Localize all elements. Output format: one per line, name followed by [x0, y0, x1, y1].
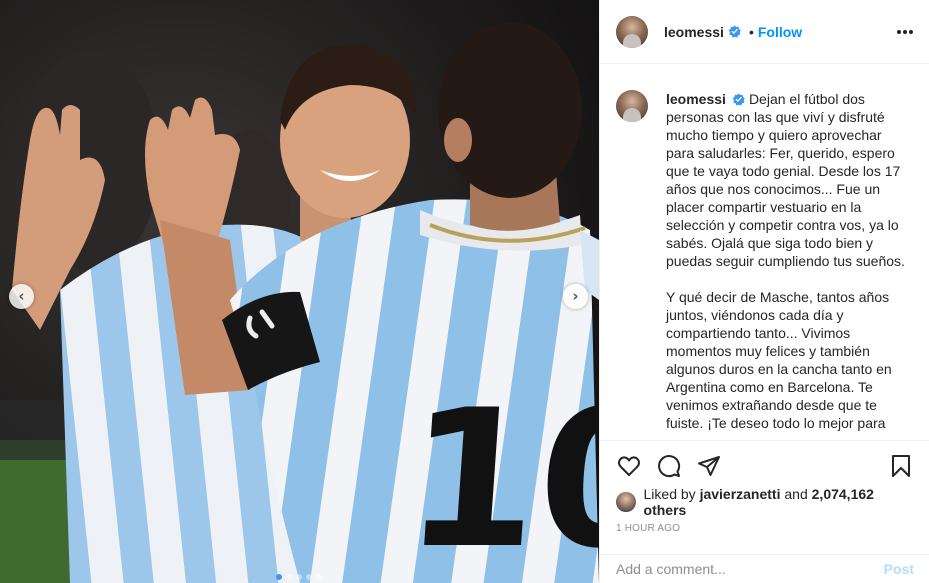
carousel-dot [316, 574, 322, 580]
carousel-dot [276, 574, 282, 580]
verified-badge-icon [728, 25, 741, 38]
carousel-indicator [276, 574, 322, 580]
comment-form: Post [600, 554, 929, 583]
post-photo[interactable]: 10 ‹ › [0, 0, 599, 583]
instagram-post: 10 ‹ › leomessi • Follow leomessi Dejan … [0, 0, 929, 583]
likes-conjunction: and [784, 486, 808, 502]
verified-badge-icon [732, 93, 745, 106]
caption-body-2: Y qué decir de Masche, tantos años junto… [666, 289, 892, 431]
caption-text: leomessi Dejan el fútbol dos personas con… [666, 90, 906, 440]
carousel-dot [296, 574, 302, 580]
likes-prefix: Liked by [643, 486, 696, 502]
caption-section: leomessi Dejan el fútbol dos personas con… [600, 64, 929, 440]
post-comment-button[interactable]: Post [884, 561, 914, 577]
photo-illustration: 10 [0, 22, 599, 583]
caption-paragraph: Y qué decir de Masche, tantos años junto… [666, 288, 906, 432]
post-actions-section: Liked by javierzanetti and 2,074,162 oth… [600, 440, 929, 534]
carousel-prev-button[interactable]: ‹ [9, 284, 34, 309]
comment-bubble-icon[interactable] [656, 453, 682, 479]
post-side-panel: leomessi • Follow leomessi Dejan el fútbo… [599, 0, 929, 583]
comment-input[interactable] [616, 561, 884, 577]
caption-avatar[interactable] [616, 90, 648, 122]
carousel-dot [306, 574, 312, 580]
caption-paragraph: leomessi Dejan el fútbol dos personas con… [666, 90, 906, 270]
carousel-dot [286, 574, 292, 580]
avatar[interactable] [616, 15, 648, 48]
chevron-right-icon: › [572, 287, 579, 305]
more-dots-icon[interactable] [897, 29, 913, 34]
paper-plane-icon[interactable] [696, 453, 722, 479]
likes-summary: Liked by javierzanetti and 2,074,162 oth… [600, 486, 929, 518]
jersey-number: 10 [399, 368, 599, 583]
bookmark-icon[interactable] [888, 453, 914, 479]
action-bar [600, 441, 929, 491]
chevron-left-icon: ‹ [18, 287, 25, 305]
separator-dot: • [748, 23, 754, 40]
caption-username-link[interactable]: leomessi [666, 91, 726, 107]
carousel-next-button[interactable]: › [563, 284, 588, 309]
likes-text: Liked by javierzanetti and 2,074,162 oth… [644, 486, 914, 518]
caption-body-1: Dejan el fútbol dos personas con las que… [666, 91, 905, 269]
username-link[interactable]: leomessi [664, 24, 724, 40]
liker-username-link[interactable]: javierzanetti [700, 486, 781, 502]
liker-avatar[interactable] [616, 492, 636, 512]
heart-icon[interactable] [616, 453, 642, 479]
post-header: leomessi • Follow [600, 0, 929, 64]
follow-button[interactable]: Follow [758, 24, 802, 40]
